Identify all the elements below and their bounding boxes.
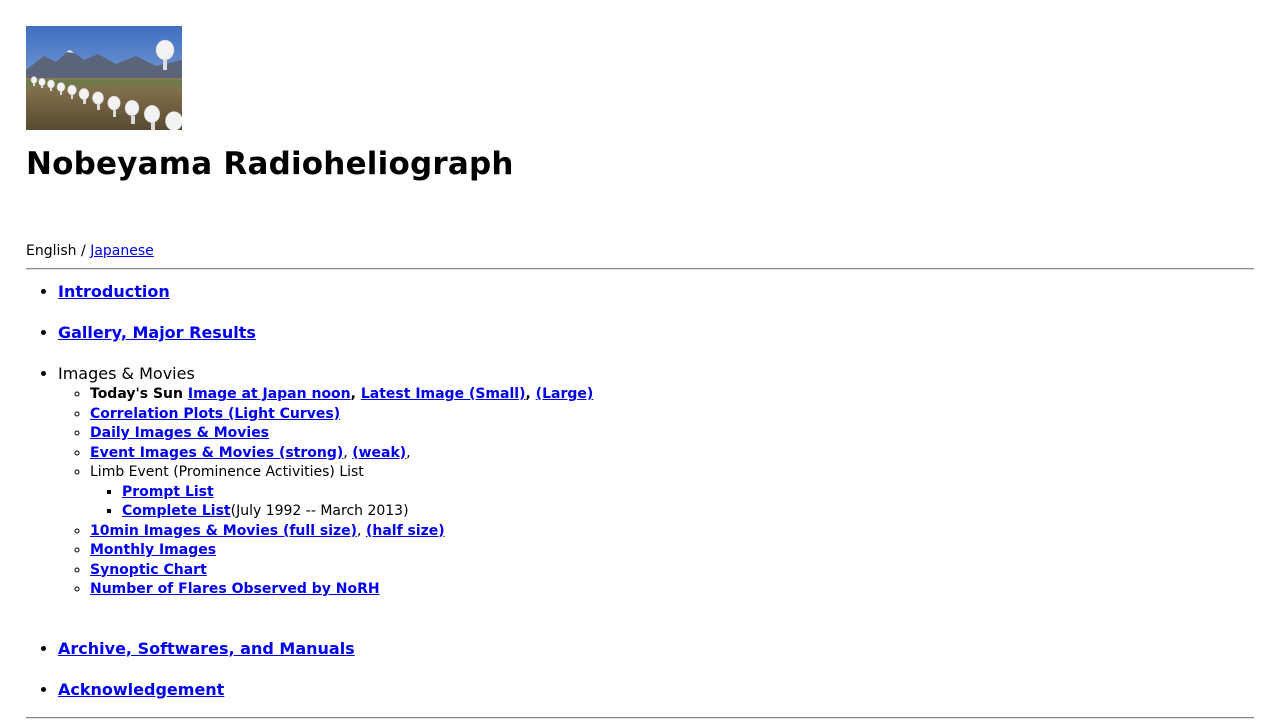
trailing-comma: , — [406, 444, 411, 461]
daily-images-link[interactable]: Daily Images & Movies — [90, 425, 269, 441]
10min-full-size-link[interactable]: 10min Images & Movies (full size) — [90, 523, 357, 539]
nav-item-gallery: Gallery, Major Results — [58, 322, 593, 344]
comma-separator: , — [343, 444, 353, 461]
list-item-prompt-list: Prompt List — [122, 483, 593, 503]
list-item-monthly-images: Monthly Images — [90, 541, 593, 561]
prompt-list-link[interactable]: Prompt List — [122, 484, 214, 500]
list-item-daily-images: Daily Images & Movies — [90, 424, 593, 444]
list-item-flare-count: Number of Flares Observed by NoRH — [90, 580, 593, 600]
banner-image — [26, 26, 182, 130]
list-item-event-images: Event Images & Movies (strong), (weak), — [90, 444, 593, 464]
language-selector: English / Japanese — [26, 243, 154, 259]
limb-event-sublist: Prompt List Complete List(July 1992 -- M… — [90, 483, 593, 522]
images-movies-sublist: Today's Sun Image at Japan noon, Latest … — [58, 385, 593, 600]
complete-list-date-range: (July 1992 -- March 2013) — [230, 503, 409, 519]
list-item-10min-images: 10min Images & Movies (full size), (half… — [90, 522, 593, 542]
synoptic-chart-link[interactable]: Synoptic Chart — [90, 562, 207, 578]
complete-list-link[interactable]: Complete List — [122, 503, 231, 519]
top-divider — [26, 268, 1254, 270]
list-item-complete-list: Complete List(July 1992 -- March 2013) — [122, 502, 593, 522]
archive-link[interactable]: Archive, Softwares, and Manuals — [58, 639, 355, 658]
list-item-todays-sun: Today's Sun Image at Japan noon, Latest … — [90, 385, 593, 405]
latest-image-large-link[interactable]: (Large) — [536, 386, 594, 402]
page-title: Nobeyama Radioheliograph — [26, 146, 514, 182]
comma-separator: , — [350, 386, 361, 402]
limb-event-label: Limb Event (Prominence Activities) List — [90, 464, 364, 480]
nav-item-archive: Archive, Softwares, and Manuals — [58, 638, 593, 660]
monthly-images-link[interactable]: Monthly Images — [90, 542, 216, 558]
nav-item-acknowledgement: Acknowledgement — [58, 679, 593, 701]
comma-separator: , — [357, 522, 366, 539]
correlation-plots-link[interactable]: Correlation Plots (Light Curves) — [90, 406, 340, 422]
flare-count-link[interactable]: Number of Flares Observed by NoRH — [90, 581, 380, 597]
list-item-correlation-plots: Correlation Plots (Light Curves) — [90, 405, 593, 425]
nav-item-images-movies: Images & Movies Today's Sun Image at Jap… — [58, 363, 593, 600]
japanese-link[interactable]: Japanese — [90, 243, 154, 259]
10min-half-size-link[interactable]: (half size) — [366, 523, 445, 539]
todays-sun-label: Today's Sun — [90, 386, 188, 402]
language-current: English — [26, 243, 77, 259]
gallery-link[interactable]: Gallery, Major Results — [58, 323, 256, 342]
main-navigation: Introduction Gallery, Major Results Imag… — [58, 281, 593, 701]
language-separator: / — [76, 243, 91, 259]
event-images-weak-link[interactable]: (weak) — [352, 445, 406, 461]
list-item-synoptic-chart: Synoptic Chart — [90, 561, 593, 581]
list-item-limb-event: Limb Event (Prominence Activities) List … — [90, 463, 593, 522]
images-movies-heading: Images & Movies — [58, 364, 195, 383]
japan-noon-image-link[interactable]: Image at Japan noon — [188, 386, 351, 402]
acknowledgement-link[interactable]: Acknowledgement — [58, 680, 224, 699]
bottom-divider — [26, 717, 1254, 719]
comma-separator: , — [525, 386, 536, 402]
nav-item-introduction: Introduction — [58, 281, 593, 303]
introduction-link[interactable]: Introduction — [58, 282, 170, 301]
latest-image-small-link[interactable]: Latest Image (Small) — [361, 386, 526, 402]
event-images-strong-link[interactable]: Event Images & Movies (strong) — [90, 445, 343, 461]
